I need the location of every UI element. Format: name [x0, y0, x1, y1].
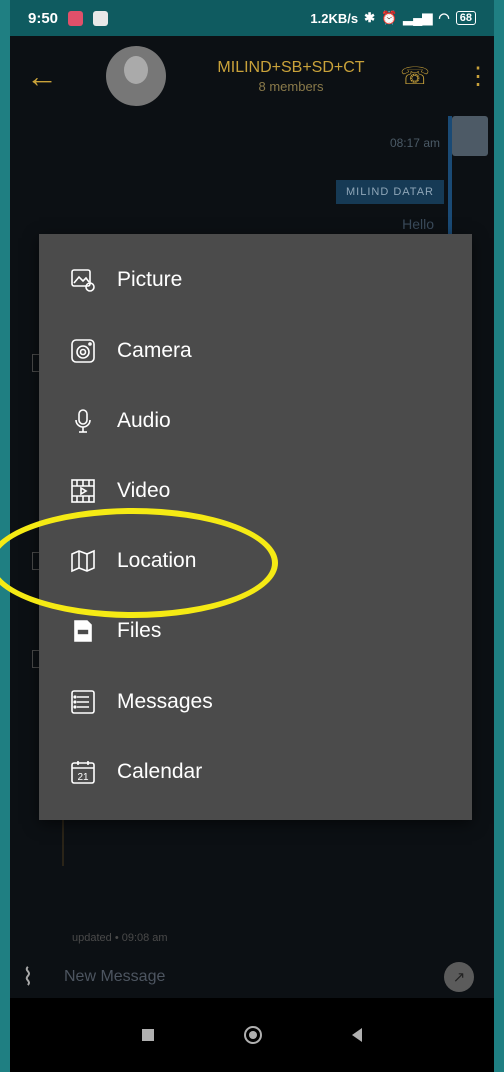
menu-item-camera[interactable]: Camera [67, 331, 192, 371]
message-input[interactable] [62, 967, 444, 987]
right-bezel [494, 0, 504, 1072]
menu-item-audio[interactable]: Audio [67, 401, 171, 441]
back-arrow-icon[interactable]: ← [26, 58, 66, 95]
menu-item-picture[interactable]: Picture [67, 260, 182, 300]
menu-label-calendar: Calendar [117, 760, 203, 783]
signal-icon: ▂▄▆ [403, 10, 433, 25]
video-icon [67, 475, 99, 507]
more-options-icon[interactable]: ⋮ [466, 62, 490, 91]
alarm-icon: ⏰ [381, 10, 398, 25]
file-icon [67, 615, 99, 647]
picture-icon [67, 264, 99, 296]
camera-icon [67, 335, 99, 367]
compose-bar: ⌇ ↗ [10, 956, 494, 998]
gallery-notification-icon [93, 10, 109, 26]
highlight-ellipse [0, 508, 278, 618]
calendar-icon: 21 [67, 756, 99, 788]
menu-label-video: Video [117, 479, 171, 502]
menu-item-calendar[interactable]: 21 Calendar [67, 752, 202, 792]
battery-icon: 68 [455, 11, 476, 25]
menu-label-camera: Camera [117, 339, 192, 362]
microphone-icon [67, 405, 99, 437]
notification-icon [68, 10, 84, 26]
menu-label-audio: Audio [117, 409, 171, 432]
paperclip-icon[interactable]: ⌇ [22, 963, 62, 992]
status-time: 9:50 [28, 9, 59, 27]
sender-avatar [452, 116, 488, 156]
wifi-icon: ◠ [438, 10, 450, 25]
sender-label: MILIND DATAR [336, 180, 444, 204]
updated-label: updated • 09:08 am [72, 932, 168, 944]
home-button[interactable] [244, 1026, 262, 1044]
status-bar: 9:50 1.2KB/s ✱ ⏰ ▂▄▆ ◠ 68 [10, 0, 494, 36]
send-button[interactable]: ↗ [444, 962, 474, 992]
svg-text:21: 21 [77, 772, 89, 783]
call-icon[interactable]: ☏ [400, 62, 430, 91]
menu-item-messages[interactable]: Messages [67, 682, 213, 722]
chat-header: ← MILIND+SB+SD+CT 8 members ☏ ⋮ [10, 36, 494, 116]
menu-label-messages: Messages [117, 690, 213, 713]
group-avatar[interactable] [106, 46, 166, 106]
menu-item-video[interactable]: Video [67, 471, 170, 511]
message-time: 08:17 am [389, 136, 440, 150]
network-speed: 1.2KB/s [310, 10, 359, 26]
bluetooth-icon: ✱ [364, 10, 375, 25]
menu-label-files: Files [117, 619, 162, 642]
system-nav-bar [10, 998, 494, 1072]
recents-button[interactable] [142, 1029, 154, 1041]
back-button[interactable] [352, 1028, 362, 1042]
group-title-block[interactable]: MILIND+SB+SD+CT 8 members [196, 59, 386, 94]
member-count: 8 members [258, 78, 324, 94]
group-name: MILIND+SB+SD+CT [217, 58, 365, 76]
message-text: Hello [402, 216, 434, 232]
messages-icon [67, 686, 99, 718]
menu-label-picture: Picture [117, 268, 183, 291]
